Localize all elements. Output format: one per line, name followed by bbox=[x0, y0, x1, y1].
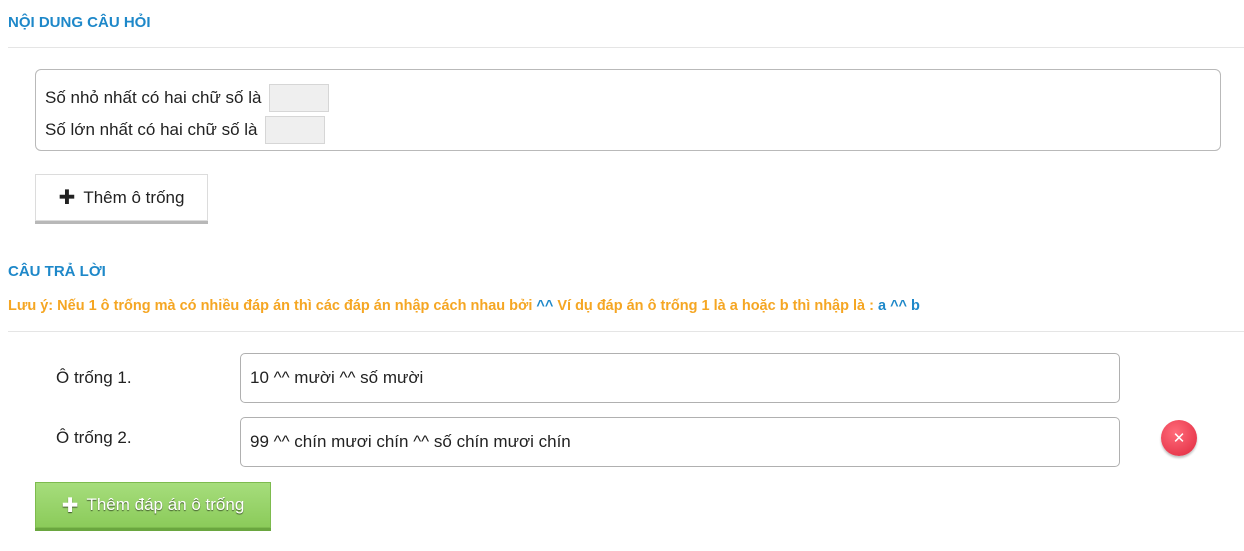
answer-input-2[interactable] bbox=[240, 417, 1120, 467]
blank-box-2[interactable] bbox=[265, 116, 326, 144]
note-prefix: Lưu ý: Nếu 1 ô trống mà có nhiều đáp án … bbox=[8, 298, 537, 314]
plus-icon: ✚ bbox=[61, 494, 79, 517]
question-line-text: Số nhỏ nhất có hai chữ số là bbox=[45, 88, 262, 107]
question-section-title: NỘI DUNG CÂU HỎI bbox=[8, 14, 151, 31]
blank-box-1[interactable] bbox=[269, 84, 330, 112]
note-middle: Ví dụ đáp án ô trống 1 là a hoặc b thì n… bbox=[553, 298, 878, 314]
question-line-1: Số nhỏ nhất có hai chữ số là bbox=[45, 82, 1220, 114]
answer-section-title: CÂU TRẢ LỜI bbox=[8, 263, 106, 280]
question-line-text: Số lớn nhất có hai chữ số là bbox=[45, 120, 258, 139]
add-blank-button[interactable]: ✚ Thêm ô trống bbox=[35, 174, 208, 221]
add-answer-button[interactable]: ✚ Thêm đáp án ô trống bbox=[35, 482, 271, 528]
question-line-2: Số lớn nhất có hai chữ số là bbox=[45, 114, 1220, 146]
note-separator: ^^ bbox=[536, 298, 554, 314]
close-icon: ✕ bbox=[1172, 430, 1186, 447]
divider bbox=[8, 331, 1244, 332]
answer-label-2: Ô trống 2. bbox=[56, 428, 132, 447]
answer-note: Lưu ý: Nếu 1 ô trống mà có nhiều đáp án … bbox=[8, 298, 920, 314]
answer-input-1[interactable] bbox=[240, 353, 1120, 403]
note-example: a ^^ b bbox=[877, 298, 920, 314]
divider bbox=[8, 47, 1244, 48]
delete-answer-button[interactable]: ✕ bbox=[1161, 420, 1197, 456]
add-answer-label: Thêm đáp án ô trống bbox=[86, 495, 245, 514]
question-content-box[interactable]: Số nhỏ nhất có hai chữ số là Số lớn nhất… bbox=[35, 69, 1221, 151]
answer-label-1: Ô trống 1. bbox=[56, 368, 132, 387]
plus-icon: ✚ bbox=[58, 187, 76, 209]
add-blank-label: Thêm ô trống bbox=[83, 187, 185, 207]
